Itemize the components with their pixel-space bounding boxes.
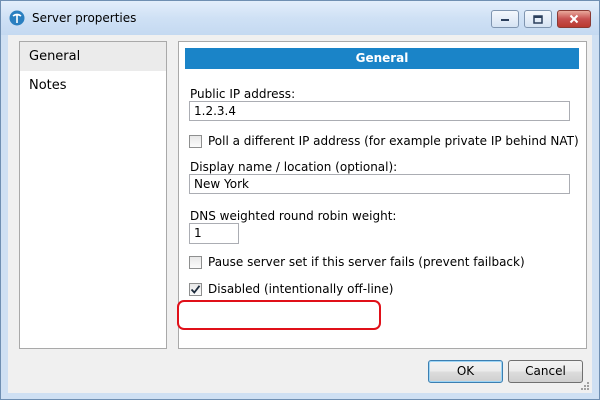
public-ip-label: Public IP address: — [190, 87, 296, 101]
display-name-input[interactable]: New York — [189, 174, 570, 194]
title-bar[interactable]: Server properties — [1, 1, 599, 35]
cancel-button[interactable]: Cancel — [508, 360, 583, 383]
close-button[interactable] — [557, 10, 591, 28]
display-name-label: Display name / location (optional): — [190, 160, 398, 174]
poll-different-row[interactable]: Poll a different IP address (for example… — [189, 134, 579, 148]
disabled-label: Disabled (intentionally off-line) — [208, 282, 394, 296]
ok-button[interactable]: OK — [428, 360, 503, 383]
minimize-icon — [501, 19, 509, 21]
maximize-icon — [533, 14, 543, 24]
disabled-checkbox[interactable] — [189, 282, 202, 296]
general-panel: General Public IP address: 1.2.3.4 Poll … — [177, 41, 587, 349]
pause-server-checkbox[interactable] — [189, 255, 202, 269]
poll-different-checkbox[interactable] — [189, 134, 202, 148]
app-icon — [9, 10, 25, 26]
close-icon — [569, 14, 579, 24]
pause-server-label: Pause server set if this server fails (p… — [208, 255, 525, 269]
checkmark-icon — [190, 284, 201, 294]
minimize-button[interactable] — [491, 10, 519, 28]
sidebar-item-general[interactable]: General — [20, 42, 166, 71]
maximize-button[interactable] — [524, 10, 552, 28]
poll-different-label: Poll a different IP address (for example… — [208, 134, 579, 148]
dialog-window: Server properties General Notes General … — [0, 0, 600, 400]
disabled-row[interactable]: Disabled (intentionally off-line) — [189, 282, 393, 296]
pause-server-row[interactable]: Pause server set if this server fails (p… — [189, 255, 525, 269]
dns-weight-label: DNS weighted round robin weight: — [190, 209, 397, 223]
panel-header: General — [185, 48, 579, 69]
window-title: Server properties — [32, 11, 137, 25]
category-list: General Notes — [19, 41, 167, 349]
public-ip-input[interactable]: 1.2.3.4 — [189, 101, 570, 121]
sidebar-item-notes[interactable]: Notes — [20, 71, 166, 100]
highlight-annotation — [177, 300, 381, 330]
resize-grip-icon[interactable] — [580, 381, 590, 391]
dns-weight-input[interactable]: 1 — [189, 223, 239, 244]
dialog-body: General Notes General Public IP address:… — [8, 35, 592, 393]
